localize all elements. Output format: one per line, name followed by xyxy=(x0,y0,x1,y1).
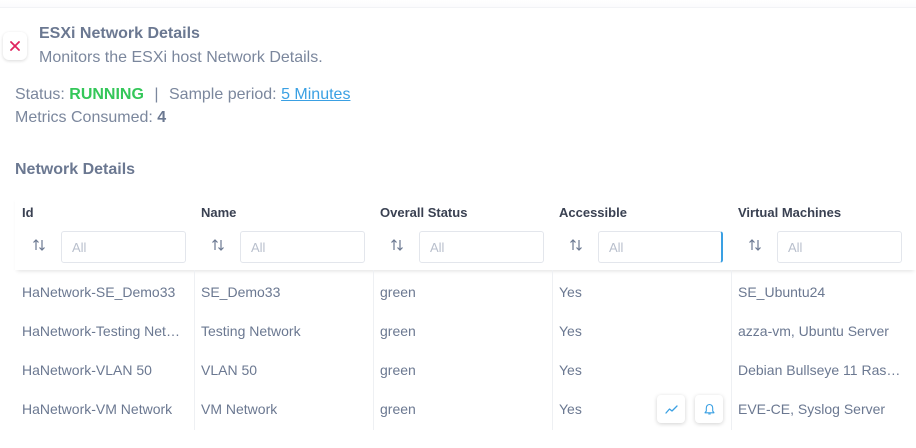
cell-accessible: Yes xyxy=(559,322,582,339)
close-icon xyxy=(10,41,20,51)
filter-input-id[interactable] xyxy=(61,231,186,263)
status-label: Status: xyxy=(15,86,65,103)
column-label: Virtual Machines xyxy=(738,205,842,220)
column-header-name: Name xyxy=(194,196,373,270)
cell-overall-status: green xyxy=(380,361,416,378)
column-label: Overall Status xyxy=(380,205,468,220)
sort-icon[interactable] xyxy=(569,238,583,252)
sample-period-link[interactable]: 5 Minutes xyxy=(281,86,350,103)
cell-overall-status: green xyxy=(380,322,416,339)
cell-virtual-machines: Debian Bullseye 11 Raspberry xyxy=(738,361,906,378)
table-row[interactable]: HaNetwork-VM Network VM Network green Ye… xyxy=(15,389,916,428)
filter-input-virtual-machines[interactable] xyxy=(777,231,902,263)
cell-virtual-machines: azza-vm, Ubuntu Server xyxy=(738,322,889,339)
cell-accessible: Yes xyxy=(559,361,582,378)
column-label: Accessible xyxy=(559,205,627,220)
table-header: Id Name Overall Status Accessible xyxy=(15,196,916,270)
column-label: Name xyxy=(201,205,237,220)
bell-icon xyxy=(703,403,715,415)
metrics-line: Metrics Consumed: 4 xyxy=(15,109,166,127)
cell-name: Testing Network xyxy=(201,322,301,339)
table-row[interactable]: HaNetwork-VLAN 50 VLAN 50 green Yes Debi… xyxy=(15,350,916,389)
section-title: Network Details xyxy=(15,161,136,178)
cell-virtual-machines: EVE-CE, Syslog Server xyxy=(738,400,886,417)
filter-input-name[interactable] xyxy=(240,231,365,263)
status-value: RUNNING xyxy=(69,86,144,103)
column-header-id: Id xyxy=(15,196,194,270)
row-trend-button[interactable] xyxy=(657,395,685,423)
cell-name: VM Network xyxy=(201,400,278,417)
panel-subtitle: Monitors the ESXi host Network Details. xyxy=(39,49,323,66)
cell-name: VLAN 50 xyxy=(201,361,258,378)
table-row[interactable]: HaNetwork-Testing Network Testing Networ… xyxy=(15,311,916,350)
status-separator: | xyxy=(154,86,159,103)
cell-virtual-machines: SE_Ubuntu24 xyxy=(738,283,826,300)
cell-id: HaNetwork-Testing Network xyxy=(22,322,187,339)
cell-accessible: Yes xyxy=(559,400,582,417)
filter-input-accessible[interactable] xyxy=(598,231,723,263)
column-header-accessible: Accessible xyxy=(552,196,731,270)
cell-id: HaNetwork-SE_Demo33 xyxy=(22,283,176,300)
column-header-overall-status: Overall Status xyxy=(373,196,552,270)
sort-icon[interactable] xyxy=(390,238,404,252)
top-divider xyxy=(0,0,916,8)
metrics-value: 4 xyxy=(157,109,167,126)
cell-name: SE_Demo33 xyxy=(201,283,281,300)
filter-input-overall-status[interactable] xyxy=(419,231,544,263)
sort-icon[interactable] xyxy=(32,238,46,252)
row-alert-button[interactable] xyxy=(695,395,723,423)
column-header-virtual-machines: Virtual Machines xyxy=(731,196,916,270)
trend-chart-icon xyxy=(664,404,678,414)
cell-accessible: Yes xyxy=(559,283,582,300)
panel-title: ESXi Network Details xyxy=(39,25,200,42)
sort-icon[interactable] xyxy=(211,238,225,252)
sort-icon[interactable] xyxy=(748,238,762,252)
metrics-label: Metrics Consumed: xyxy=(15,109,153,126)
table-row[interactable]: HaNetwork-SE_Demo33 SE_Demo33 green Yes … xyxy=(15,272,916,311)
cell-overall-status: green xyxy=(380,283,416,300)
column-label: Id xyxy=(22,205,34,220)
cell-id: HaNetwork-VLAN 50 xyxy=(22,361,152,378)
cell-id: HaNetwork-VM Network xyxy=(22,400,173,417)
sample-period-label: Sample period: xyxy=(169,86,277,103)
cell-overall-status: green xyxy=(380,400,416,417)
status-line: Status: RUNNING | Sample period: 5 Minut… xyxy=(15,86,350,104)
close-button[interactable] xyxy=(3,32,27,60)
